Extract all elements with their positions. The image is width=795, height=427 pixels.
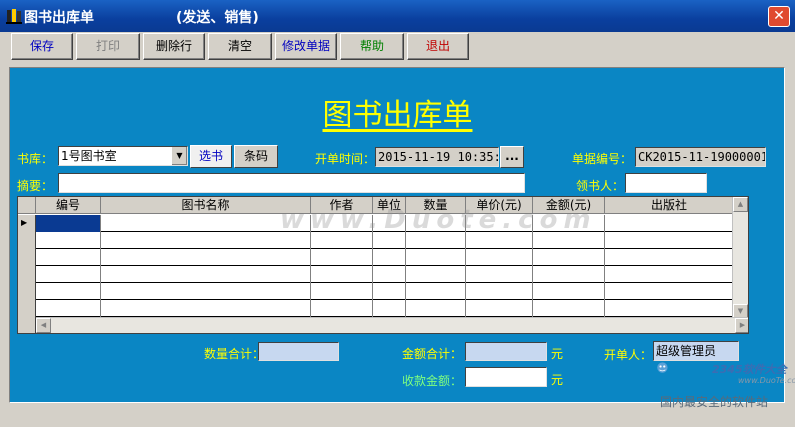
- open-time-label: 开单时间：: [315, 152, 376, 166]
- table-cell[interactable]: [406, 266, 466, 283]
- table-cell[interactable]: [605, 300, 734, 317]
- table-cell[interactable]: [533, 266, 605, 283]
- summary-label: 摘要：: [17, 179, 54, 193]
- table-cell[interactable]: [36, 215, 101, 232]
- table-cell[interactable]: [36, 300, 101, 317]
- table-cell[interactable]: [605, 266, 734, 283]
- save-button[interactable]: 保存: [11, 33, 73, 60]
- table-cell[interactable]: [605, 249, 734, 266]
- table-cell[interactable]: [406, 300, 466, 317]
- table-row[interactable]: [18, 249, 748, 266]
- creator-label: 开单人：: [604, 348, 653, 362]
- close-button[interactable]: ✕: [768, 6, 790, 27]
- barcode-button[interactable]: 条码: [234, 145, 278, 168]
- table-cell[interactable]: [36, 283, 101, 300]
- app-icon: [6, 9, 22, 24]
- doc-no-field[interactable]: CK2015-11-19000001: [635, 147, 766, 167]
- table-cell[interactable]: [311, 249, 373, 266]
- warehouse-select[interactable]: 1号图书室 ▼: [58, 146, 188, 166]
- receiver-label: 领书人：: [576, 179, 625, 193]
- col-header-publisher[interactable]: 出版社: [605, 197, 734, 214]
- amount-unit: 元: [551, 347, 564, 361]
- table-cell[interactable]: [406, 249, 466, 266]
- table-cell[interactable]: [406, 283, 466, 300]
- table-cell[interactable]: [36, 249, 101, 266]
- modify-document-button[interactable]: 修改单据: [275, 33, 337, 60]
- table-cell[interactable]: [533, 300, 605, 317]
- row-header[interactable]: ▶: [18, 215, 36, 232]
- col-header-id[interactable]: 编号: [36, 197, 101, 214]
- horizontal-scrollbar[interactable]: ◀ ▶: [36, 317, 748, 333]
- row-header[interactable]: [18, 317, 36, 333]
- watermark-mascot-icon: [657, 362, 668, 373]
- table-row[interactable]: [18, 300, 748, 317]
- title-bar: 图书出库单 (发送、销售) ✕: [0, 0, 795, 32]
- scroll-right-icon[interactable]: ▶: [735, 318, 748, 333]
- open-time-picker-button[interactable]: ...: [500, 146, 524, 168]
- open-time-field[interactable]: 2015-11-19 10:35:57: [375, 147, 499, 167]
- table-cell[interactable]: [373, 266, 406, 283]
- table-row[interactable]: [18, 266, 748, 283]
- table-cell[interactable]: [605, 232, 734, 249]
- table-cell[interactable]: [36, 232, 101, 249]
- table-cell[interactable]: [311, 283, 373, 300]
- watermark-url: www.DuoTe.com: [738, 376, 795, 385]
- warehouse-label: 书库：: [17, 152, 54, 166]
- help-button[interactable]: 帮助: [340, 33, 404, 60]
- qty-total-label: 数量合计：: [204, 347, 265, 361]
- table-cell[interactable]: [533, 283, 605, 300]
- table-cell[interactable]: [101, 249, 311, 266]
- table-cell[interactable]: [101, 300, 311, 317]
- window-subtitle: (发送、销售): [176, 10, 259, 26]
- table-cell[interactable]: [466, 266, 533, 283]
- print-button[interactable]: 打印: [76, 33, 140, 60]
- doc-no-label: 单据编号：: [572, 152, 633, 166]
- form-heading: 图书出库单: [322, 98, 473, 133]
- table-cell[interactable]: [373, 249, 406, 266]
- summary-input[interactable]: [58, 173, 525, 193]
- row-header[interactable]: [18, 300, 36, 317]
- clear-button[interactable]: 清空: [208, 33, 272, 60]
- delete-row-button[interactable]: 删除行: [143, 33, 205, 60]
- received-unit: 元: [551, 373, 564, 387]
- vertical-scrollbar[interactable]: ▲ ▼: [732, 197, 748, 319]
- table-cell[interactable]: [311, 266, 373, 283]
- watermark-logo: 2345软件大全: [712, 363, 787, 376]
- table-cell[interactable]: [466, 283, 533, 300]
- toolbar: 保存 打印 删除行 清空 修改单据 帮助 退出: [0, 32, 795, 62]
- row-header[interactable]: [18, 283, 36, 300]
- grid-corner: [18, 197, 36, 214]
- received-input[interactable]: [465, 367, 547, 387]
- amount-total-label: 金额合计：: [402, 347, 463, 361]
- window-title: 图书出库单: [24, 10, 94, 26]
- table-cell[interactable]: [605, 283, 734, 300]
- amount-total-field: [465, 342, 547, 361]
- receiver-input[interactable]: [625, 173, 707, 193]
- table-cell[interactable]: [605, 215, 734, 232]
- select-book-button[interactable]: 选书: [190, 145, 232, 168]
- table-cell[interactable]: [373, 283, 406, 300]
- table-cell[interactable]: [373, 300, 406, 317]
- row-header[interactable]: [18, 266, 36, 283]
- table-cell[interactable]: [311, 300, 373, 317]
- table-cell[interactable]: [533, 249, 605, 266]
- watermark-slogan: 国内最安全的软件站: [660, 395, 769, 409]
- scroll-up-icon[interactable]: ▲: [733, 197, 748, 212]
- warehouse-value: 1号图书室: [61, 149, 117, 163]
- qty-total-field: [258, 342, 339, 361]
- row-header[interactable]: [18, 232, 36, 249]
- table-cell[interactable]: [36, 266, 101, 283]
- exit-button[interactable]: 退出: [407, 33, 469, 60]
- row-header[interactable]: [18, 249, 36, 266]
- table-cell[interactable]: [101, 266, 311, 283]
- scroll-left-icon[interactable]: ◀: [36, 318, 51, 333]
- chevron-down-icon[interactable]: ▼: [171, 147, 187, 165]
- table-row[interactable]: [18, 283, 748, 300]
- table-cell[interactable]: [101, 283, 311, 300]
- table-cell[interactable]: [466, 300, 533, 317]
- table-cell[interactable]: [466, 249, 533, 266]
- center-watermark: www.Duote.com: [280, 205, 597, 235]
- received-label: 收款金额：: [402, 374, 463, 388]
